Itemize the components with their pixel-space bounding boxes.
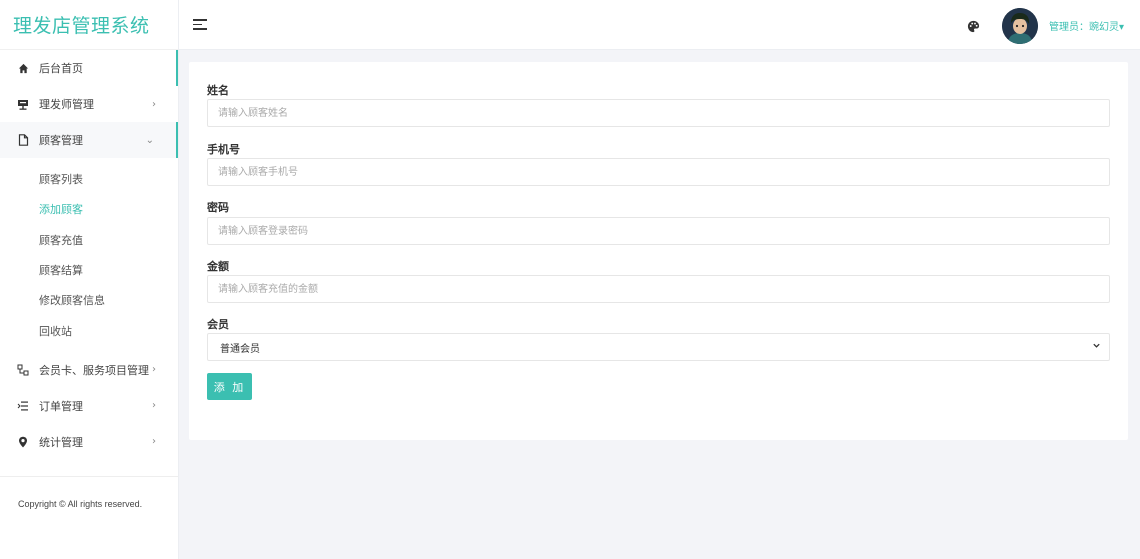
chevron-down-icon: ⌄ [145,134,154,146]
location-icon [16,435,30,449]
sidebar-item-label: 订单管理 [39,399,83,413]
sidebar-menu: 后台首页 理发师管理 › 顾客管理 ⌄ [0,50,178,158]
sitemap-icon [16,363,30,377]
member-select-value: 普通会员 [220,343,260,355]
name-label: 姓名 [207,84,229,97]
phone-label: 手机号 [207,143,240,156]
sidebar-item-label: 后台首页 [39,62,83,75]
customers-submenu: 顾客列表 添加顾客 顾客充值 顾客结算 修改顾客信息 回收站 [0,158,178,352]
submenu-item-recycle-bin[interactable]: 回收站 [0,315,178,345]
add-customer-button[interactable]: 添 加 [207,373,252,400]
phone-field[interactable] [207,158,1110,186]
sidebar-menu-lower: 会员卡、服务项目管理 › 订单管理 › 统计管理 › [0,352,178,460]
password-field[interactable] [207,217,1110,245]
chevron-right-icon: › [152,364,156,376]
sidebar-item-label: 理发师管理 [39,98,94,111]
sidebar-item-barbers[interactable]: 理发师管理 › [0,86,178,122]
file-icon [16,133,30,147]
sidebar-item-label: 统计管理 [39,435,83,449]
avatar[interactable] [1002,8,1038,44]
submenu-item-edit-customer[interactable]: 修改顾客信息 [0,285,178,315]
member-label: 会员 [207,318,229,331]
home-icon [16,61,30,75]
chevron-right-icon: › [152,436,156,448]
copyright-text: Copyright © All rights reserved. [18,498,143,509]
app-title: 理发店管理系统 [0,0,178,50]
chevron-down-icon [1092,341,1101,353]
member-select[interactable]: 普通会员 [207,333,1110,361]
sidebar-item-orders[interactable]: 订单管理 › [0,388,178,424]
sidebar-item-customers[interactable]: 顾客管理 ⌄ [0,122,178,158]
chevron-right-icon: › [152,98,156,110]
sidebar: 理发店管理系统 后台首页 理发师管理 › 顾客管理 ⌄ 顾客列表 添加顾客 顾客… [0,0,179,559]
submenu-item-add-customer[interactable]: 添加顾客 [0,194,178,224]
menu-toggle-icon[interactable] [193,19,207,30]
sidebar-item-membership[interactable]: 会员卡、服务项目管理 › [0,352,178,388]
submenu-item-customer-recharge[interactable]: 顾客充值 [0,225,178,255]
add-customer-form: 姓名 手机号 密码 金额 会员 普通会员 添 加 [189,62,1128,440]
submenu-item-customer-checkout[interactable]: 顾客结算 [0,255,178,285]
password-label: 密码 [207,201,229,214]
amount-field[interactable] [207,275,1110,303]
sidebar-divider [0,475,178,477]
name-field[interactable] [207,99,1110,127]
sidebar-item-label: 顾客管理 [39,134,83,147]
palette-icon[interactable] [967,18,980,33]
list-icon [16,399,30,413]
presenter-icon [16,97,30,111]
sidebar-item-label: 会员卡、服务项目管理 [39,363,149,377]
sidebar-item-home[interactable]: 后台首页 [0,50,178,86]
amount-label: 金额 [207,260,229,273]
top-header: 管理员：豌幻灵▾ [179,0,1140,50]
submenu-item-customer-list[interactable]: 顾客列表 [0,164,178,194]
sidebar-item-statistics[interactable]: 统计管理 › [0,424,178,460]
chevron-right-icon: › [152,400,156,412]
user-menu[interactable]: 管理员：豌幻灵▾ [1049,18,1124,33]
